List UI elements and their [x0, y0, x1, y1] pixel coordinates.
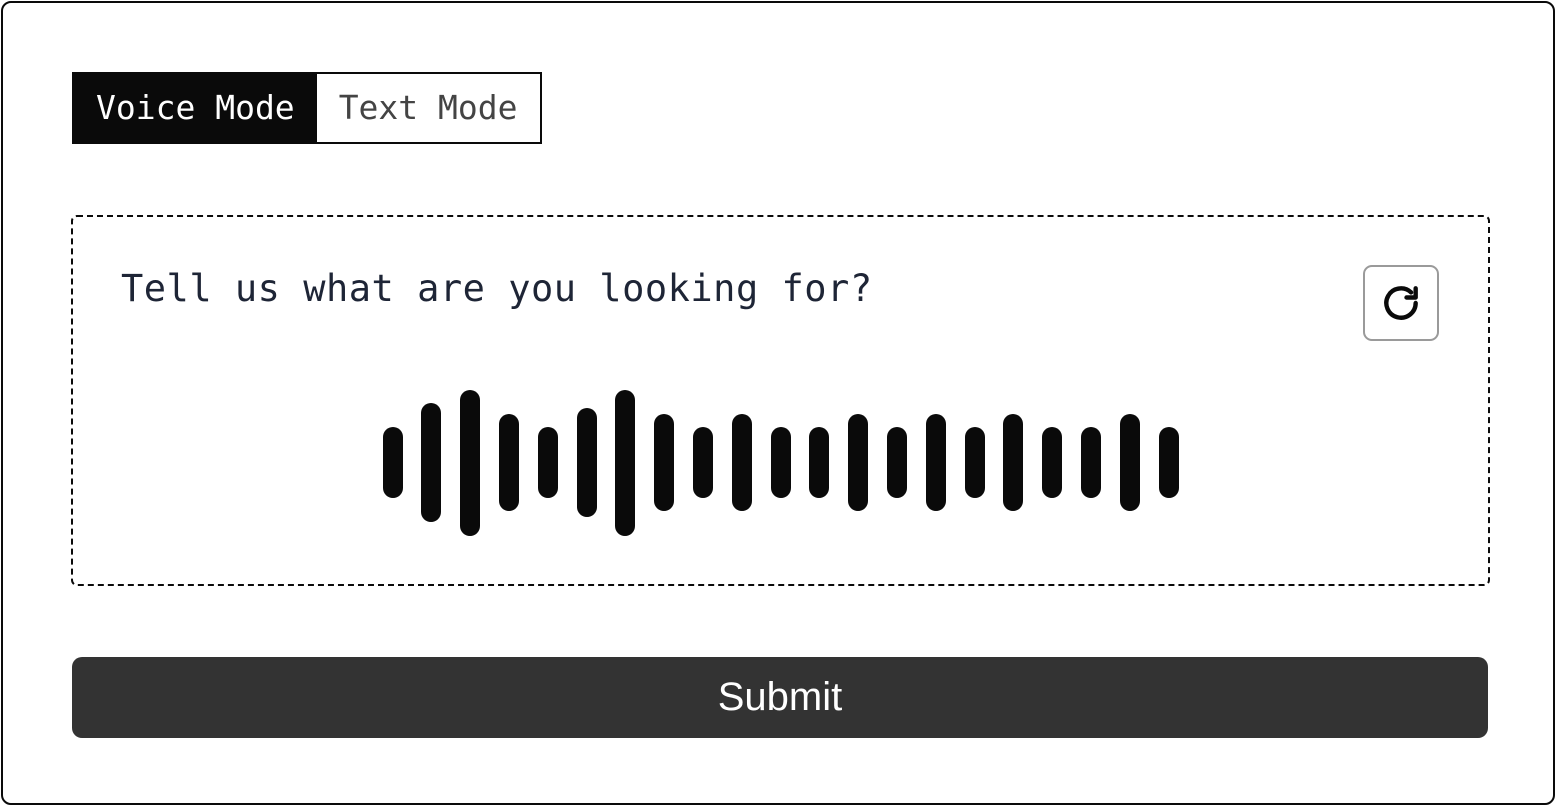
waveform-bar [1158, 426, 1179, 499]
waveform-bar [421, 402, 442, 523]
waveform-bar [848, 413, 869, 512]
waveform-bar [809, 426, 830, 499]
tab-text-mode[interactable]: Text Mode [316, 74, 540, 142]
submit-button[interactable]: Submit [72, 657, 1488, 738]
waveform-bar [654, 413, 675, 512]
waveform-bar [1119, 413, 1140, 512]
waveform-bar [925, 413, 946, 512]
waveform-bar [537, 426, 558, 499]
voice-input-panel: Tell us what are you looking for? [71, 215, 1490, 586]
waveform-bar [460, 389, 481, 536]
waveform-bar [770, 426, 791, 499]
waveform-bar [1003, 413, 1024, 512]
waveform-bar [382, 426, 403, 499]
waveform-bar [886, 426, 907, 499]
audio-waveform [73, 217, 1488, 584]
waveform-bar [1080, 426, 1101, 499]
waveform-bar [615, 389, 636, 536]
waveform-bar [498, 413, 519, 512]
waveform-bar [1042, 426, 1063, 499]
waveform-bar [692, 426, 713, 499]
waveform-bar [964, 426, 985, 499]
mode-toggle: Voice Mode Text Mode [72, 72, 542, 144]
waveform-bar [576, 407, 597, 518]
tab-voice-mode[interactable]: Voice Mode [74, 74, 317, 142]
waveform-bar [731, 413, 752, 512]
